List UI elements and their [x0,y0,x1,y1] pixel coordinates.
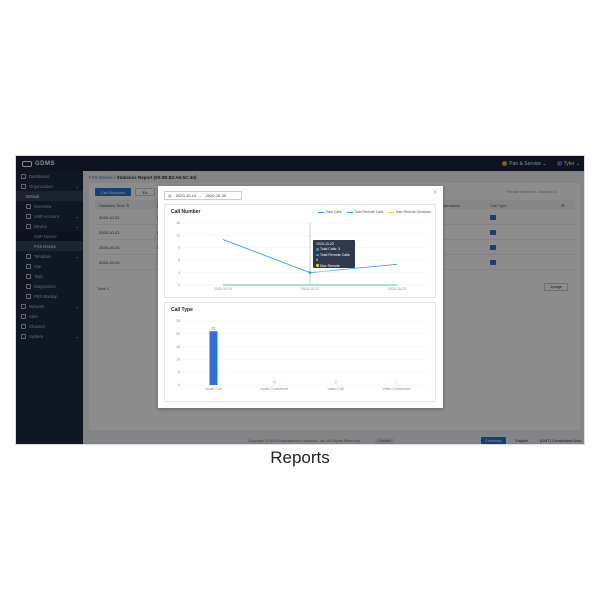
x-tick-label: 2020-10-19 [214,287,232,291]
call-type-chart: 0 5 10 15 20 25 21 Audio Call 0 Audio Conference 0… [176,319,427,391]
y-tick-label: 15 [176,221,180,225]
x-tick-label: 2020-10-23 [388,287,406,291]
tooltip-text: Total Remote Calls: 0 [316,252,351,263]
image-caption: Reports [270,448,330,467]
y-tick-label: 10 [176,358,180,362]
x-tick-label: Audio Call [206,387,222,391]
tooltip-text: Total Calls: 3 [320,247,341,252]
y-tick-label: 15 [176,345,180,349]
date-end: 2020-10-30 [205,193,227,198]
date-range-picker[interactable]: ▦ 2020-10-14 - 2020-10-30 [164,191,242,200]
bar-value-label: 21 [211,327,215,331]
tooltip-line: Total Remote Calls: 0 [316,253,352,264]
tooltip-dot [316,248,319,251]
y-tick-label: 20 [176,332,180,336]
date-start: 2020-10-14 [175,193,197,198]
call-type-card: Call Type 0 5 10 15 20 25 21 Audio Call 0 Audio C… [164,302,436,402]
bar-value-label: 0 [395,381,397,385]
x-tick-label: 2020-10-22 [301,287,319,291]
y-tick-label: 0 [178,283,180,287]
calendar-icon: ▦ [168,193,172,198]
x-tick-label: Audio Conference [260,387,288,391]
statistics-modal: ▦ 2020-10-14 - 2020-10-30 × Call Number … [158,186,443,408]
tooltip-dot [316,264,319,267]
call-number-chart: 0 3 6 9 12 15 2020-10-19 2020-10-22 2020-10-23 [176,221,427,291]
bar-value-label: 0 [273,381,275,385]
tooltip-dot [316,253,319,257]
call-number-card: Call Number Total Calls Total Remote Call… [164,204,436,298]
bar-value-label: 0 [334,381,336,385]
y-tick-label: 25 [176,319,180,323]
x-tick-label: Video Conference [383,387,411,391]
y-tick-label: 0 [178,383,180,387]
app-screenshot: GDMS Pan & Service ⌄ Tyler ⌄ Dashboard Or… [15,155,585,445]
y-tick-label: 5 [178,370,180,374]
tooltip-line: Max Remote Sessions: 0 [316,264,352,275]
y-tick-label: 12 [176,234,180,238]
x-tick-label: Video Call [328,387,344,391]
tooltip-text: Max Remote Sessions: 0 [316,263,340,274]
chart-tooltip: 2020-10-22 Total Calls: 3 Total Remote Ca… [313,240,355,273]
y-tick-label: 3 [178,271,180,275]
bar[interactable] [209,331,218,385]
y-tick-label: 6 [178,258,180,262]
close-icon[interactable]: × [433,190,437,196]
data-point[interactable] [308,271,312,274]
y-tick-label: 9 [178,246,180,250]
